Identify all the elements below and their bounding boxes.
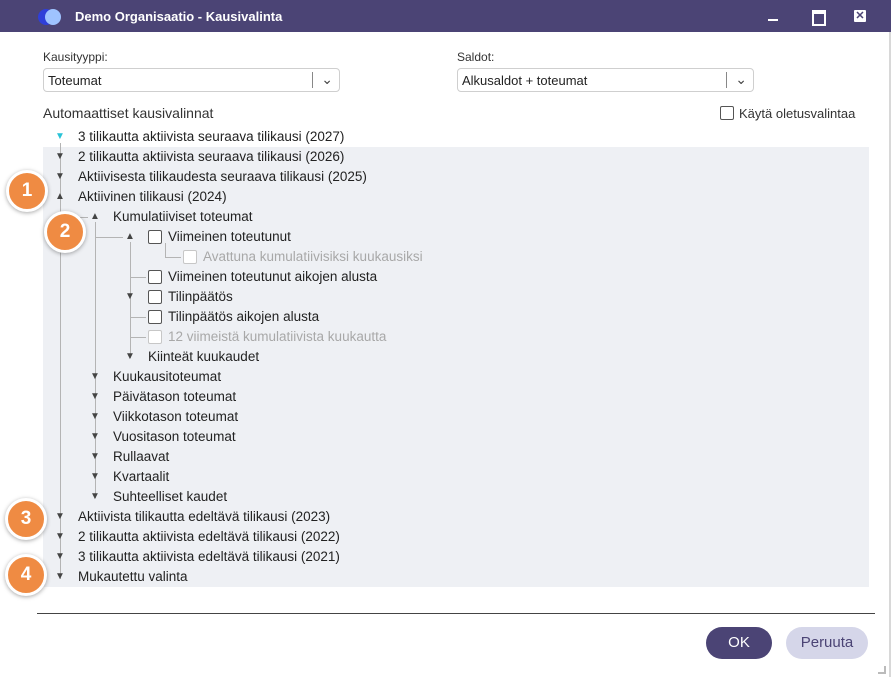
window-title: Demo Organisaatio - Kausivalinta — [75, 9, 283, 24]
tree-node-closing[interactable]: Tilinpäätös — [168, 289, 233, 304]
cancel-button[interactable]: Peruuta — [786, 627, 868, 659]
use-default-label: Käytä oletusvalintaa — [739, 106, 856, 121]
collapse-icon[interactable]: ▼ — [124, 351, 136, 363]
tree-node-2027[interactable]: 3 tilikautta aktiivista seuraava tilikau… — [78, 129, 344, 144]
section-title: Automaattiset kausivalinnat — [43, 105, 214, 121]
tree-node-relative[interactable]: Suhteelliset kaudet — [113, 489, 227, 504]
select-separator — [312, 72, 313, 88]
expand-icon[interactable]: ▲ — [89, 211, 101, 223]
closing-all-checkbox[interactable] — [148, 310, 162, 324]
collapse-icon[interactable]: ▼ — [124, 291, 136, 303]
balances-select[interactable]: Alkusaldot + toteumat ⌄ — [457, 68, 754, 92]
balances-label: Saldot: — [457, 50, 495, 64]
last12-checkbox — [148, 330, 162, 344]
tree-node-yearly[interactable]: Vuositason toteumat — [113, 429, 236, 444]
tree-node-last-realized[interactable]: Viimeinen toteutunut — [168, 229, 291, 244]
tree-node-2021[interactable]: 3 tilikautta aktiivista edeltävä tilikau… — [78, 549, 340, 564]
collapse-icon[interactable]: ▼ — [54, 171, 66, 183]
collapse-icon[interactable]: ▼ — [89, 491, 101, 503]
expand-icon[interactable]: ▲ — [124, 231, 136, 243]
select-separator — [726, 72, 727, 88]
tree-node-2023[interactable]: Aktiivista tilikautta edeltävä tilikausi… — [78, 509, 330, 524]
ok-button[interactable]: OK — [706, 627, 772, 659]
badge-1: 1 — [6, 170, 48, 212]
tree-node-custom[interactable]: Mukautettu valinta — [78, 569, 188, 584]
tree-node-cumulative[interactable]: Kumulatiiviset toteumat — [113, 209, 253, 224]
collapse-icon[interactable]: ▼ — [54, 131, 66, 143]
collapse-icon[interactable]: ▼ — [89, 451, 101, 463]
opened-cumulative-checkbox — [183, 250, 197, 264]
collapse-icon[interactable]: ▼ — [54, 531, 66, 543]
close-button[interactable]: ✕ — [850, 6, 870, 26]
maximize-button[interactable] — [807, 6, 827, 26]
tree-node-daily[interactable]: Päivätason toteumat — [113, 389, 236, 404]
tree-node-quarters[interactable]: Kvartaalit — [113, 469, 169, 484]
tree-node-2024[interactable]: Aktiivinen tilikausi (2024) — [78, 189, 227, 204]
expand-icon[interactable]: ▲ — [54, 191, 66, 203]
balances-value: Alkusaldot + toteumat — [462, 73, 588, 88]
tree-node-last-realized-all[interactable]: Viimeinen toteutunut aikojen alusta — [168, 269, 377, 284]
badge-2: 2 — [44, 211, 86, 253]
tree-node-closing-all[interactable]: Tilinpäätös aikojen alusta — [168, 309, 319, 324]
chevron-down-icon[interactable]: ⌄ — [735, 71, 747, 88]
period-type-value: Toteumat — [48, 73, 102, 88]
tree-node-opened-cumulative: Avattuna kumulatiivisiksi kuukausiksi — [203, 249, 423, 264]
tree-node-weekly[interactable]: Viikkotason toteumat — [113, 409, 238, 424]
app-logo-icon — [36, 8, 64, 26]
tree-node-rolling[interactable]: Rullaavat — [113, 449, 169, 464]
last-realized-all-checkbox[interactable] — [148, 270, 162, 284]
tree-node-monthly[interactable]: Kuukausitoteumat — [113, 369, 221, 384]
badge-4: 4 — [5, 554, 47, 596]
collapse-icon[interactable]: ▼ — [89, 411, 101, 423]
tree-connector — [130, 337, 146, 338]
tree-node-2022[interactable]: 2 tilikautta aktiivista edeltävä tilikau… — [78, 529, 340, 544]
closing-checkbox[interactable] — [148, 290, 162, 304]
tree-connector — [165, 257, 181, 258]
use-default-checkbox[interactable] — [720, 106, 734, 120]
close-icon: ✕ — [854, 10, 866, 22]
tree-connector — [165, 243, 166, 257]
period-type-select[interactable]: Toteumat ⌄ — [43, 68, 340, 92]
footer-divider — [37, 613, 875, 614]
collapse-icon[interactable]: ▼ — [54, 571, 66, 583]
period-type-label: Kausityyppi: — [43, 50, 108, 64]
collapse-icon[interactable]: ▼ — [89, 471, 101, 483]
resize-grip[interactable] — [878, 666, 886, 674]
tree-node-2026[interactable]: 2 tilikautta aktiivista seuraava tilikau… — [78, 149, 344, 164]
last-realized-checkbox[interactable] — [148, 230, 162, 244]
tree-connector — [130, 277, 146, 278]
collapse-icon[interactable]: ▼ — [89, 371, 101, 383]
collapse-icon[interactable]: ▼ — [89, 431, 101, 443]
tree-connector — [95, 237, 123, 238]
badge-3: 3 — [5, 498, 47, 540]
tree-node-fixed-months[interactable]: Kiinteät kuukaudet — [148, 349, 259, 364]
collapse-icon[interactable]: ▼ — [54, 511, 66, 523]
title-bar: Demo Organisaatio - Kausivalinta ✕ — [0, 0, 891, 32]
chevron-down-icon[interactable]: ⌄ — [321, 71, 333, 88]
minimize-button[interactable] — [763, 6, 783, 26]
collapse-icon[interactable]: ▼ — [54, 151, 66, 163]
tree-connector — [130, 317, 146, 318]
tree-node-2025[interactable]: Aktiivisesta tilikaudesta seuraava tilik… — [78, 169, 367, 184]
collapse-icon[interactable]: ▼ — [54, 551, 66, 563]
tree-node-last12: 12 viimeistä kumulatiivista kuukautta — [168, 329, 387, 344]
collapse-icon[interactable]: ▼ — [89, 391, 101, 403]
